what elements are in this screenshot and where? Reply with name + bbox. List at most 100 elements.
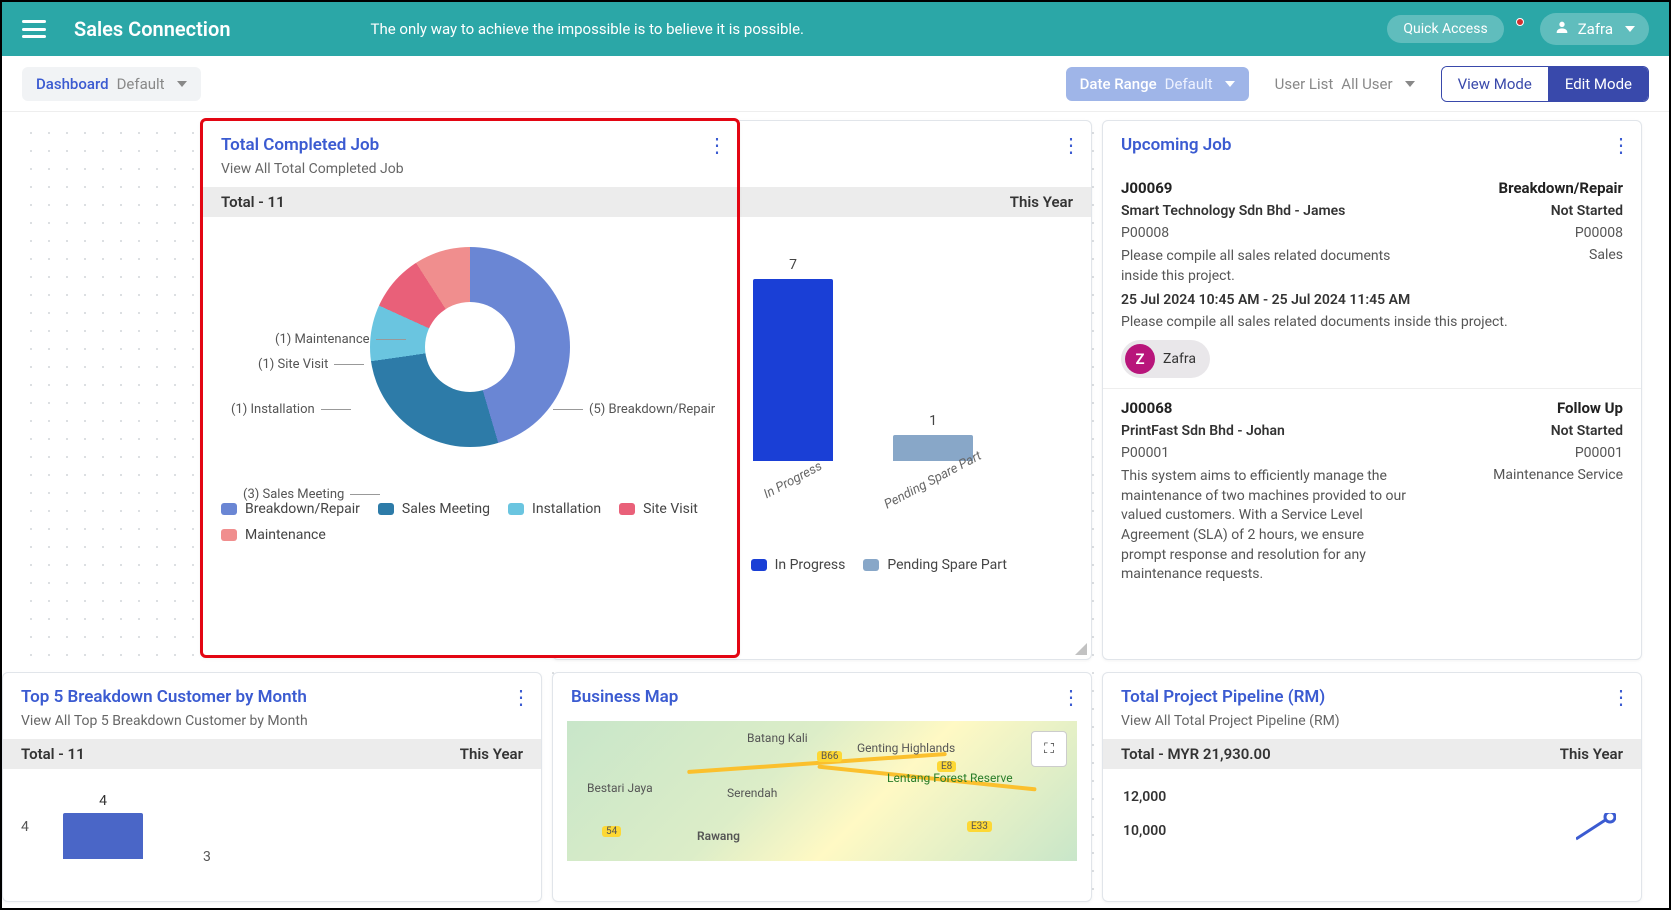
dashboard-canvas: ⋮ Overdue Job View All Overdue Job Total… [2,112,1669,908]
card-view-all[interactable]: View All Total Project Pipeline (RM) [1103,713,1641,739]
bar-in-progress: 7 In Progress [753,279,833,461]
user-list-label: User List [1275,75,1334,93]
dashboard-toolbar: Dashboard Default Date Range Default Use… [2,56,1669,112]
line-segment [1576,813,1616,843]
upcoming-job-card[interactable]: ⋮ Upcoming Job J00069 Breakdown/Repair Sm… [1102,120,1642,660]
user-list-selector[interactable]: User List All User [1261,67,1429,101]
breakdown-bar-chart: 4 4 3 [3,769,541,859]
job-description: Please compile all sales related documen… [1121,247,1412,286]
date-range-selector[interactable]: Date Range Default [1066,67,1249,101]
card-total: Total - 11 [221,193,285,211]
map-viewport[interactable]: ⛶ Batang Kali Genting Highlands Bestari … [567,721,1077,861]
view-mode-button[interactable]: View Mode [1442,67,1549,101]
user-menu[interactable]: Zafra [1540,13,1649,45]
hamburger-menu[interactable] [22,20,46,38]
date-range-value: Default [1165,75,1213,93]
brand-title: Sales Connection [74,17,231,41]
card-menu-button[interactable]: ⋮ [1061,685,1079,709]
user-name: Zafra [1578,20,1613,38]
total-completed-job-card[interactable]: 2 ⋮ Total Completed Job View All Total C… [200,118,740,658]
card-menu-button[interactable]: ⋮ [1061,133,1079,157]
job-id: J00069 [1121,179,1172,197]
card-period: This Year [1010,193,1073,211]
road-badge: E8 [937,761,956,772]
job-customer: Smart Technology Sdn Bhd - James [1121,203,1345,219]
job-status: Not Started [1551,203,1623,219]
highlight-badge: 2 [200,119,203,145]
header-tagline: The only way to achieve the impossible i… [371,20,804,38]
donut-ring [370,247,570,447]
chevron-down-icon [1405,81,1415,87]
card-title: Top 5 Breakdown Customer by Month [3,673,541,713]
date-range-label: Date Range [1080,75,1157,93]
job-project-id: P00001 [1121,445,1169,461]
card-summary-bar: Total - MYR 21,930.00 This Year [1103,739,1641,769]
card-period: This Year [460,745,523,763]
job-status: Not Started [1551,423,1623,439]
pipeline-line-chart: 12,000 10,000 [1103,769,1641,849]
slice-label-install: (1) Installation [231,402,351,417]
card-title: Upcoming Job [1103,121,1641,161]
top5-breakdown-card[interactable]: ⋮ Top 5 Breakdown Customer by Month View… [2,672,542,902]
job-item[interactable]: J00069 Breakdown/Repair Smart Technology … [1103,169,1641,389]
slice-label-sitevisit: (1) Site Visit [258,357,364,372]
card-title: Business Map [553,673,1091,713]
map-place: Genting Highlands [857,741,955,755]
slice-label-sales: (3) Sales Meeting [243,487,380,502]
bar-pending-spare: 1 Pending Spare Part [893,435,973,461]
card-period: This Year [1560,745,1623,763]
slice-label-maint: (1) Maintenance [275,332,406,347]
bar-rect [63,813,143,859]
dashboard-value: Default [117,75,165,93]
job-category: Sales [1589,247,1623,286]
chevron-down-icon [1625,26,1635,32]
chevron-down-icon [1225,81,1235,87]
dashboard-label: Dashboard [36,75,109,93]
y-tick: 12,000 [1123,789,1166,805]
upcoming-job-list[interactable]: J00069 Breakdown/Repair Smart Technology … [1103,161,1641,581]
map-place: Serendah [727,786,777,800]
map-place: Batang Kali [747,731,808,745]
map-place: Lentang Forest Reserve [887,771,1013,785]
card-menu-button[interactable]: ⋮ [1611,133,1629,157]
bar-value: 4 [63,793,143,809]
notification-dot [1516,18,1524,26]
card-summary-bar: Total - 11 This Year [3,739,541,769]
avatar: Z [1125,344,1155,374]
quick-access-button[interactable]: Quick Access [1387,15,1503,43]
road-badge: 54 [602,826,621,837]
y-tick: 10,000 [1123,823,1166,839]
resize-handle[interactable] [1073,641,1087,655]
job-ref: P00001 [1575,445,1623,461]
app-header: Sales Connection The only way to achieve… [2,2,1669,56]
card-total: Total - 11 [21,745,85,763]
job-description: This system aims to efficiently manage t… [1121,467,1412,581]
business-map-card[interactable]: ⋮ Business Map ⛶ Batang Kali Genting Hig… [552,672,1092,902]
job-item[interactable]: J00068Follow Up PrintFast Sdn Bhd - Joha… [1103,389,1641,581]
map-place: Bestari Jaya [587,781,653,795]
dashboard-selector[interactable]: Dashboard Default [22,67,201,101]
chevron-down-icon [177,81,187,87]
assignee-name: Zafra [1163,351,1196,367]
card-menu-button[interactable]: ⋮ [511,685,529,709]
card-view-all[interactable]: View All Total Completed Job [203,161,737,187]
fullscreen-button[interactable]: ⛶ [1031,731,1067,767]
card-view-all[interactable]: View All Top 5 Breakdown Customer by Mon… [3,713,541,739]
job-type: Breakdown/Repair [1499,179,1623,197]
job-type: Follow Up [1557,399,1623,417]
total-pipeline-card[interactable]: ⋮ Total Project Pipeline (RM) View All T… [1102,672,1642,902]
road-badge: B66 [817,751,842,762]
edit-mode-button[interactable]: Edit Mode [1549,67,1648,101]
job-customer: PrintFast Sdn Bhd - Johan [1121,423,1285,439]
map-place: Rawang [697,829,740,843]
slice-label-breakdown: (5) Breakdown/Repair [553,402,715,417]
y-tick: 4 [21,819,29,835]
card-menu-button[interactable]: ⋮ [1611,685,1629,709]
job-assignees: Z Zafra [1121,340,1623,378]
card-menu-button[interactable]: ⋮ [707,133,725,157]
card-total: Total - MYR 21,930.00 [1121,745,1271,763]
donut-chart: (5) Breakdown/Repair (3) Sales Meeting (… [203,217,737,553]
card-title: Total Completed Job [203,121,737,161]
mode-toggle: View Mode Edit Mode [1441,66,1649,102]
assignee-chip[interactable]: Z Zafra [1121,340,1210,378]
